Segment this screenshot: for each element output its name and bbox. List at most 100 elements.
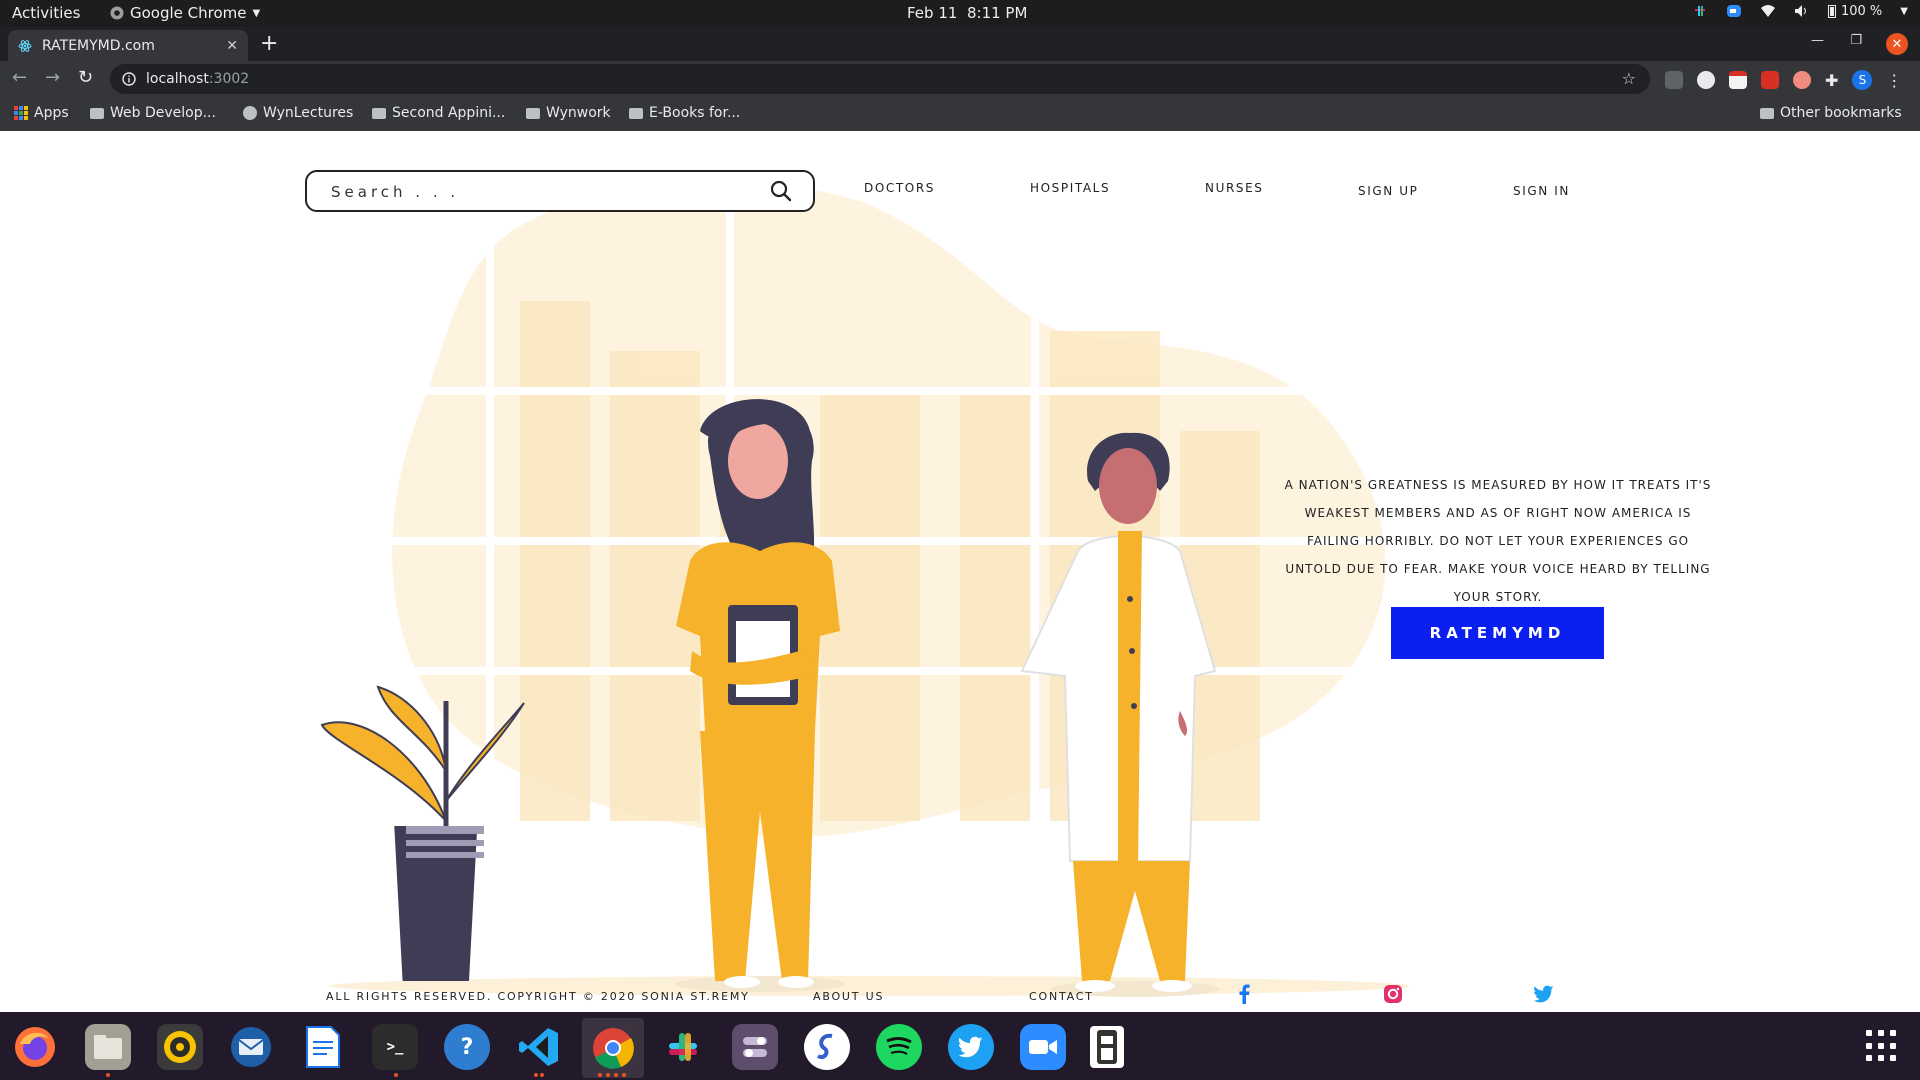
forward-icon[interactable]: → xyxy=(45,67,60,88)
activities-button[interactable]: Activities xyxy=(12,4,80,22)
dock-twitter-icon[interactable] xyxy=(948,1024,994,1070)
hero-tagline: A NATION'S GREATNESS IS MEASURED BY HOW … xyxy=(1284,478,1712,604)
dock-simplenote-icon[interactable] xyxy=(804,1024,850,1070)
extension-pen-icon[interactable] xyxy=(1665,71,1683,89)
dock-usb-creator-icon[interactable] xyxy=(1090,1026,1124,1068)
footer-contact-link[interactable]: CONTACT xyxy=(1029,990,1094,1003)
nav-doctors[interactable]: DOCTORS xyxy=(864,181,935,195)
dock-firefox-icon[interactable] xyxy=(12,1024,58,1070)
running-indicator xyxy=(614,1073,618,1077)
browser-toolbar: ← → ↻ localhost:3002 ☆ ✚ S ⋮ xyxy=(0,61,1920,97)
app-menu[interactable]: Google Chrome ▼ xyxy=(110,4,260,22)
url-port: :3002 xyxy=(208,71,250,87)
bookmark-wynlectures[interactable]: WynLectures xyxy=(243,105,353,121)
dock-tweaks-icon[interactable] xyxy=(732,1024,778,1070)
system-tray[interactable]: 100 % ▼ xyxy=(1692,3,1908,19)
power-menu-icon[interactable]: ▼ xyxy=(1900,6,1908,17)
footer-copyright: ALL RIGHTS RESERVED. COPYRIGHT © 2020 SO… xyxy=(326,990,750,1003)
chrome-icon xyxy=(110,6,124,20)
dock-terminal-icon[interactable]: >_ xyxy=(372,1024,418,1070)
app-menu-label: Google Chrome xyxy=(130,4,247,22)
bookmark-web-develop[interactable]: Web Develop... xyxy=(90,105,216,121)
new-tab-button[interactable]: + xyxy=(260,31,278,57)
bookmark-second-appini[interactable]: Second Appini... xyxy=(372,105,505,121)
search-box[interactable] xyxy=(305,170,815,212)
extension-red-icon[interactable] xyxy=(1761,71,1779,89)
clock-date: Feb 11 xyxy=(907,4,958,22)
search-input[interactable] xyxy=(331,180,751,204)
browser-tab[interactable]: RATEMYMD.com ✕ xyxy=(8,30,248,61)
extensions-puzzle-icon[interactable]: ✚ xyxy=(1825,71,1838,90)
extension-pill-icon[interactable] xyxy=(1793,71,1811,89)
dock-zoom-icon[interactable] xyxy=(1020,1024,1066,1070)
back-icon[interactable]: ← xyxy=(12,67,27,88)
running-indicator xyxy=(394,1073,398,1077)
folder-icon xyxy=(372,107,386,119)
running-indicator xyxy=(598,1073,602,1077)
ratemymd-button[interactable]: RATEMYMD xyxy=(1391,607,1604,659)
dock-chrome-icon[interactable] xyxy=(582,1018,644,1078)
minimize-icon[interactable]: — xyxy=(1811,33,1824,48)
dock-help-icon[interactable]: ? xyxy=(444,1024,490,1070)
bookmark-label: Web Develop... xyxy=(110,105,216,121)
nav-hospitals[interactable]: HOSPITALS xyxy=(1030,181,1110,195)
react-favicon-icon xyxy=(18,39,32,52)
address-bar[interactable]: localhost:3002 ☆ xyxy=(110,64,1650,94)
bookmark-star-icon[interactable]: ☆ xyxy=(1622,69,1636,88)
dock-thunderbird-icon[interactable] xyxy=(228,1024,274,1070)
battery-indicator[interactable]: 100 % xyxy=(1827,4,1882,19)
restore-icon[interactable]: ❐ xyxy=(1850,33,1862,48)
nav-sign-in[interactable]: SIGN IN xyxy=(1513,184,1570,198)
running-indicator xyxy=(606,1073,610,1077)
ubuntu-dock: >_ ? xyxy=(0,1012,1920,1080)
twitter-icon[interactable] xyxy=(1534,984,1554,1004)
extension-circle-icon[interactable] xyxy=(1697,71,1715,89)
url-text[interactable]: localhost:3002 xyxy=(146,71,249,87)
extension-calendar-icon[interactable] xyxy=(1729,71,1747,89)
clock-time: 8:11 PM xyxy=(966,4,1028,22)
clock[interactable]: Feb 11 8:11 PM xyxy=(907,4,1027,22)
instagram-icon[interactable] xyxy=(1383,984,1403,1004)
nav-nurses[interactable]: NURSES xyxy=(1205,181,1264,195)
web-page: DOCTORS HOSPITALS NURSES SIGN UP SIGN IN… xyxy=(0,131,1920,1012)
wifi-icon[interactable] xyxy=(1760,3,1776,19)
close-icon[interactable]: ✕ xyxy=(226,38,238,54)
dock-slack-icon[interactable] xyxy=(660,1024,706,1070)
bookmark-label: Apps xyxy=(34,105,69,121)
profile-avatar[interactable]: S xyxy=(1852,70,1873,90)
volume-icon[interactable] xyxy=(1794,3,1810,19)
bookmark-other[interactable]: Other bookmarks xyxy=(1760,105,1902,121)
running-indicator xyxy=(106,1073,110,1077)
search-icon[interactable] xyxy=(769,179,793,203)
bookmark-wynwork[interactable]: Wynwork xyxy=(526,105,611,121)
chevron-down-icon: ▼ xyxy=(252,7,261,19)
bookmark-ebooks[interactable]: E-Books for... xyxy=(629,105,740,121)
apps-grid-icon xyxy=(14,106,28,120)
bookmarks-bar: Apps Web Develop... WynLectures Second A… xyxy=(0,97,1920,131)
folder-icon xyxy=(629,107,643,119)
url-host: localhost xyxy=(146,71,209,87)
show-applications-icon[interactable] xyxy=(1866,1030,1898,1062)
bookmark-label: Second Appini... xyxy=(392,105,506,121)
bookmark-apps[interactable]: Apps xyxy=(14,105,69,121)
window-close-button[interactable]: ✕ xyxy=(1886,33,1908,55)
dock-rhythmbox-icon[interactable] xyxy=(157,1024,203,1070)
chrome-menu-icon[interactable]: ⋮ xyxy=(1886,71,1902,90)
reload-icon[interactable]: ↻ xyxy=(78,67,93,88)
dock-vscode-icon[interactable] xyxy=(516,1024,562,1070)
bookmark-label: E-Books for... xyxy=(649,105,741,121)
tab-title: RATEMYMD.com xyxy=(42,37,155,54)
folder-icon xyxy=(90,107,104,119)
bookmark-label: Wynwork xyxy=(546,105,611,121)
footer-about-link[interactable]: ABOUT US xyxy=(813,990,884,1003)
slack-tray-icon[interactable] xyxy=(1692,3,1708,19)
info-icon[interactable] xyxy=(122,72,136,86)
nav-sign-up[interactable]: SIGN UP xyxy=(1358,184,1418,198)
bookmark-label: Other bookmarks xyxy=(1780,105,1902,121)
facebook-icon[interactable] xyxy=(1234,984,1254,1004)
system-top-bar: Activities Google Chrome ▼ Feb 11 8:11 P… xyxy=(0,0,1920,27)
dock-spotify-icon[interactable] xyxy=(876,1024,922,1070)
dock-writer-icon[interactable] xyxy=(300,1024,346,1070)
zoom-tray-icon[interactable] xyxy=(1726,3,1742,19)
dock-files-icon[interactable] xyxy=(85,1024,131,1070)
